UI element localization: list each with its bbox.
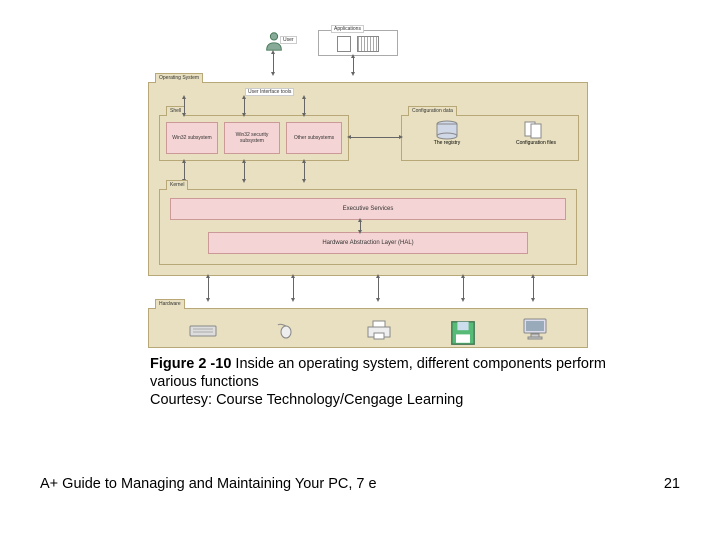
operating-system-panel: Operating System User Interface tools Sh… bbox=[148, 82, 588, 276]
mouse-icon bbox=[277, 323, 295, 343]
footer-page-number: 21 bbox=[664, 476, 680, 492]
applications-label: Applications bbox=[331, 25, 364, 33]
registry-box: The registry bbox=[412, 120, 482, 156]
printer-icon bbox=[365, 319, 393, 339]
figure-courtesy: Courtesy: Course Technology/Cengage Lear… bbox=[150, 392, 463, 408]
user-label: User bbox=[280, 36, 297, 44]
kernel-tab: Kernel bbox=[166, 180, 188, 190]
figure-caption: Figure 2 -10 Inside an operating system,… bbox=[150, 355, 640, 409]
hardware-panel: Hardware bbox=[148, 308, 588, 348]
config-files-label: Configuration files bbox=[498, 140, 574, 146]
monitor-icon bbox=[521, 317, 549, 337]
applications-box: Applications bbox=[318, 30, 398, 56]
config-panel: Configuration data The registry Configur… bbox=[401, 115, 579, 161]
kernel-panel: Kernel Executive Services Hardware Abstr… bbox=[159, 189, 577, 265]
floppy-icon bbox=[449, 319, 477, 339]
footer-book-title: A+ Guide to Managing and Maintaining You… bbox=[40, 476, 377, 492]
os-panel-tab: Operating System bbox=[155, 73, 203, 83]
shell-other: Other subsystems bbox=[286, 122, 342, 154]
os-layers-diagram: User Applications Operating System User … bbox=[148, 30, 588, 350]
hardware-tab: Hardware bbox=[155, 299, 185, 309]
figure-number: Figure 2 -10 bbox=[150, 356, 235, 372]
config-tab: Configuration data bbox=[408, 106, 457, 116]
config-files-box: Configuration files bbox=[498, 120, 574, 156]
shell-panel: Shell Win32 subsystem Win32 security sub… bbox=[159, 115, 349, 161]
keyboard-icon bbox=[189, 323, 217, 343]
ui-tools-label: User Interface tools bbox=[245, 88, 294, 96]
hal-box: Hardware Abstraction Layer (HAL) bbox=[208, 232, 528, 254]
shell-win32: Win32 subsystem bbox=[166, 122, 218, 154]
shell-security: Win32 security subsystem bbox=[224, 122, 280, 154]
registry-label: The registry bbox=[412, 140, 482, 146]
shell-config-link bbox=[350, 137, 400, 138]
executive-services: Executive Services bbox=[170, 198, 566, 220]
